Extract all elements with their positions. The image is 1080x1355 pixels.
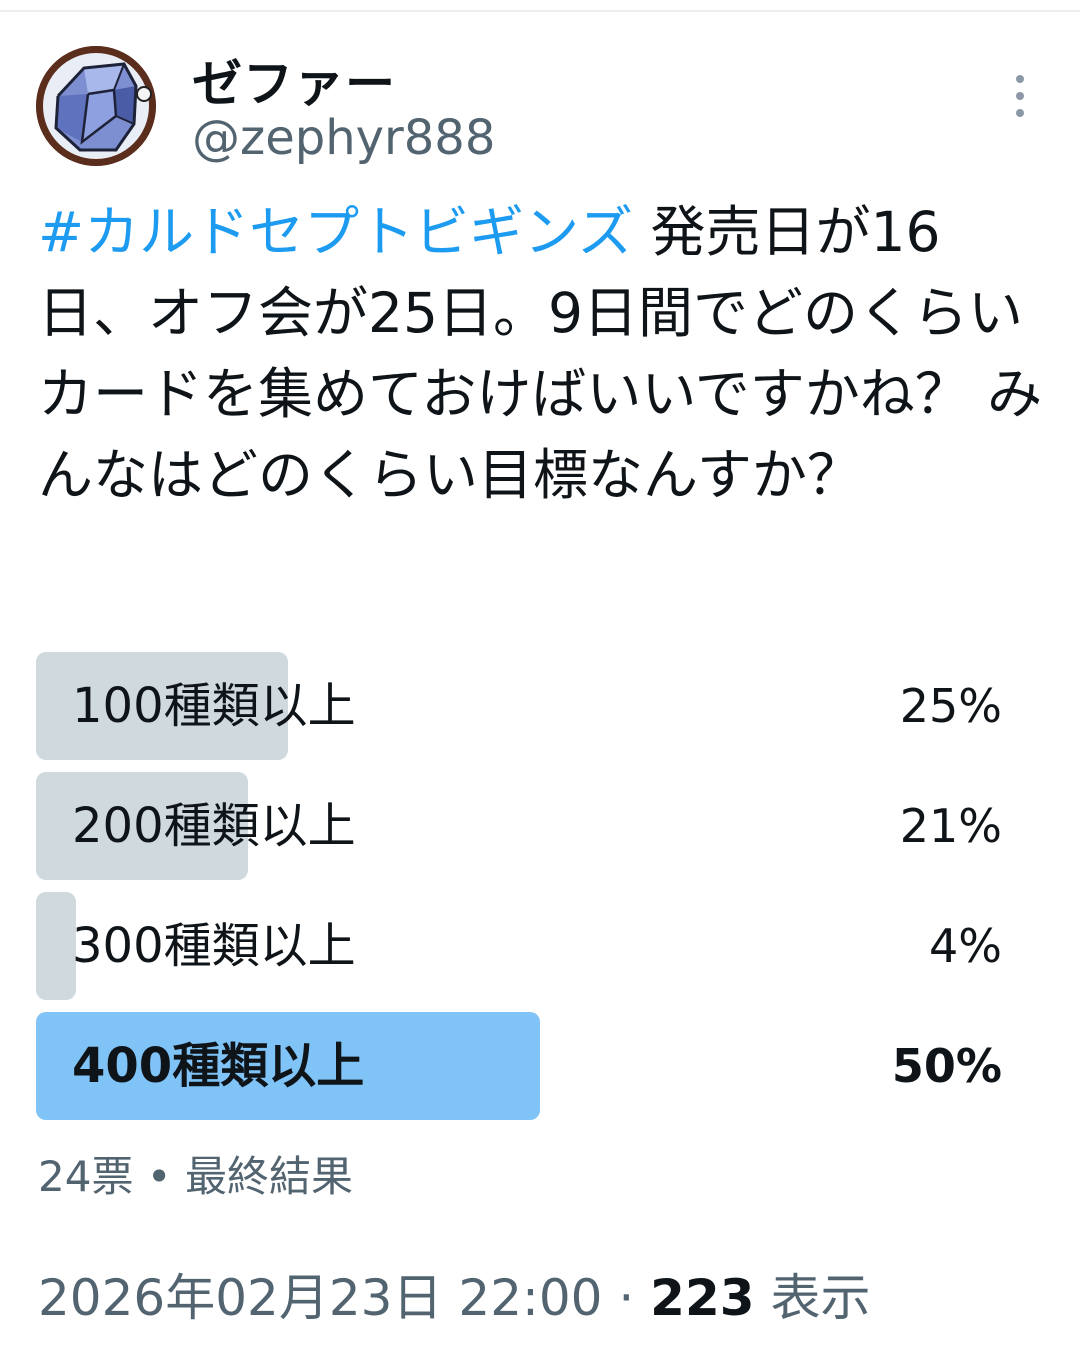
poll-option-label: 200種類以上 (72, 798, 356, 854)
poll-option: 100種類以上 25% (36, 652, 1002, 760)
poll-option-percent: 4% (929, 919, 1002, 973)
more-dot (1016, 75, 1024, 83)
display-name[interactable]: ゼファー (192, 44, 396, 116)
tweet-text: #カルドセプトビギンズ 発売日が16日、オフ会が25日。9日間でどのくらいカード… (38, 192, 1048, 516)
poll-option-winner: 400種類以上 50% (36, 1012, 1002, 1120)
tweet-header: ゼファー @zephyr888 (0, 0, 1080, 180)
poll-option-label: 300種類以上 (72, 918, 356, 974)
poll-option-percent: 21% (899, 799, 1002, 853)
poll-meta: 24票 • 最終結果 (38, 1143, 353, 1204)
views-label: 表示 (754, 1269, 871, 1327)
poll-option-percent: 25% (899, 679, 1002, 733)
poll-option: 200種類以上 21% (36, 772, 1002, 880)
user-handle[interactable]: @zephyr888 (192, 110, 495, 166)
tweet-timestamp: 2026年02月23日 22:00 · 223 表示 (38, 1258, 870, 1330)
more-dot (1016, 92, 1024, 100)
poll: 100種類以上 25% 200種類以上 21% 300種類以上 4% 400種類… (36, 652, 1002, 1132)
hashtag-link[interactable]: #カルドセプトビギンズ (38, 200, 633, 264)
more-vertical-icon[interactable] (1000, 70, 1040, 122)
poll-option: 300種類以上 4% (36, 892, 1002, 1000)
poll-status: 最終結果 (184, 1152, 353, 1201)
poll-meta-separator: • (133, 1152, 185, 1201)
poll-option-percent: 50% (891, 1039, 1002, 1093)
views-count[interactable]: 223 (650, 1269, 754, 1327)
poll-bar (36, 892, 76, 1000)
avatar[interactable] (36, 46, 156, 166)
poll-option-label: 400種類以上 (72, 1038, 365, 1094)
poll-option-label: 100種類以上 (72, 678, 356, 734)
more-dot (1016, 109, 1024, 117)
timestamp-date[interactable]: 2026年02月23日 22:00 (38, 1269, 602, 1327)
avatar-image (36, 46, 156, 166)
poll-votes: 24票 (38, 1152, 134, 1201)
timestamp-separator: · (602, 1269, 651, 1327)
